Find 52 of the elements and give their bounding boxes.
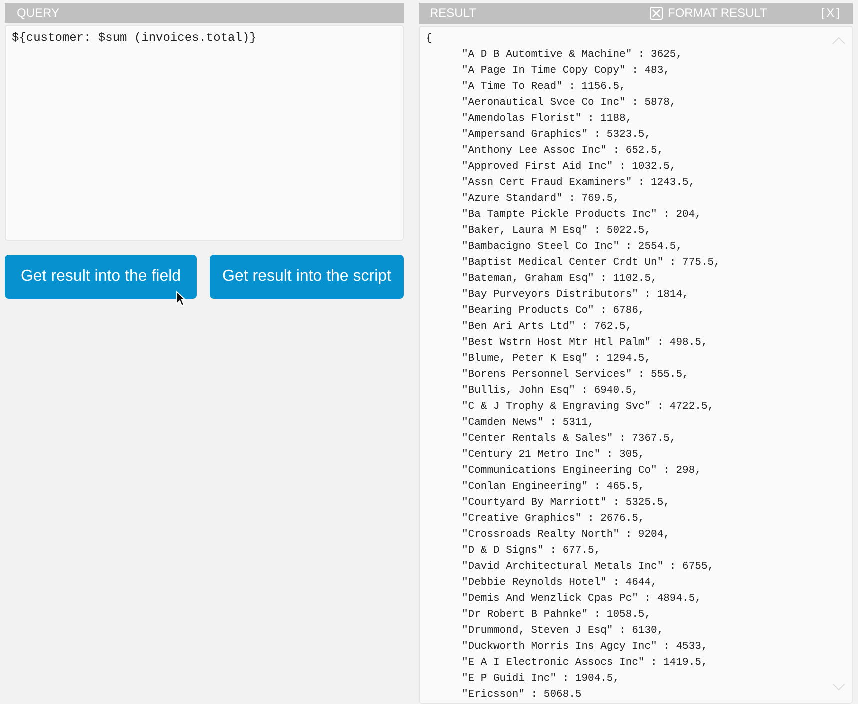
format-result-checkbox[interactable]: FORMAT RESULT (650, 3, 768, 24)
result-line: "D & D Signs" : 677.5, (462, 544, 601, 559)
query-field[interactable]: ${customer: $sum (invoices.total)} (5, 25, 404, 241)
result-line: "Aeronautical Svce Co Inc" : 5878, (462, 96, 676, 111)
result-line: { (426, 32, 432, 47)
result-line: "Courtyard By Marriott" : 5325.5, (462, 496, 670, 511)
action-button[interactable]: Get result into the field (5, 255, 197, 299)
result-line: "Demis And Wenzlick Cpas Pc" : 4894.5, (462, 592, 702, 607)
close-button[interactable]: [X] (821, 3, 842, 24)
result-line: "Conlan Engineering" : 465.5, (462, 480, 645, 495)
result-line: "A D B Automtive & Machine" : 3625, (462, 48, 683, 63)
result-line: "Baptist Medical Center Crdt Un" : 775.5, (462, 256, 720, 271)
action-button[interactable]: Get result into the script (210, 255, 404, 299)
result-line: "Communications Engineering Co" : 298, (462, 464, 702, 479)
result-line: "Amendolas Florist" : 1188, (462, 112, 632, 127)
result-line: "Bateman, Graham Esq" : 1102.5, (462, 272, 658, 287)
result-line: "Bambacigno Steel Co Inc" : 2554.5, (462, 240, 683, 255)
result-line: "Creative Graphics" : 2676.5, (462, 512, 645, 527)
result-line: "Blume, Peter K Esq" : 1294.5, (462, 352, 652, 367)
result-line: "E P Guidi Inc" : 1904.5, (462, 672, 620, 687)
result-line: "Azure Standard" : 769.5, (462, 192, 620, 207)
result-line: "Baker, Laura M Esq" : 5022.5, (462, 224, 652, 239)
result-line: "E A I Electronic Assocs Inc" : 1419.5, (462, 656, 708, 671)
result-line: "Bullis, John Esq" : 6940.5, (462, 384, 638, 399)
panel-title: RESULT (430, 5, 478, 22)
result-line: "Ba Tampte Pickle Products Inc" : 204, (462, 208, 702, 223)
result-line: "Anthony Lee Assoc Inc" : 652.5, (462, 144, 664, 159)
result-line: "Drummond, Steven J Esq" : 6130, (462, 624, 664, 639)
result-line: "David Architectural Metals Inc" : 6755, (462, 560, 714, 575)
result-line: "Approved First Aid Inc" : 1032.5, (462, 160, 676, 175)
result-line: "Debbie Reynolds Hotel" : 4644, (462, 576, 658, 591)
result-line: "Center Rentals & Sales" : 7367.5, (462, 432, 676, 447)
result-line: "Bearing Products Co" : 6786, (462, 304, 645, 319)
result-line: "Best Wstrn Host Mtr Htl Palm" : 498.5, (462, 336, 708, 351)
scroll-up-icon[interactable] (832, 37, 846, 45)
result-line: "Bay Purveyors Distributors" : 1814, (462, 288, 689, 303)
result-line: "C & J Trophy & Engraving Svc" : 4722.5, (462, 400, 714, 415)
scroll-down-icon[interactable] (832, 683, 846, 691)
result-line: "Century 21 Metro Inc" : 305, (462, 448, 645, 463)
result-line: "Ericsson" : 5068.5 (462, 688, 582, 703)
panel-header: QUERY (5, 3, 404, 23)
result-line: "Camden News" : 5311, (462, 416, 594, 431)
result-line: "A Page In Time Copy Copy" : 483, (462, 64, 670, 79)
result-line: "Borens Personnel Services" : 555.5, (462, 368, 689, 383)
result-line: "Assn Cert Fraud Examiners" : 1243.5, (462, 176, 696, 191)
mouse-pointer-icon (176, 291, 186, 307)
result-line: "A Time To Read" : 1156.5, (462, 80, 626, 95)
result-line: "Crossroads Realty North" : 9204, (462, 528, 670, 543)
result-line: "Ben Ari Arts Ltd" : 762.5, (462, 320, 632, 335)
result-line: "Ampersand Graphics" : 5323.5, (462, 128, 652, 143)
result-line: "Dr Robert B Pahnke" : 1058.5, (462, 608, 652, 623)
result-line: "Duckworth Morris Ins Agcy Inc" : 4533, (462, 640, 708, 655)
